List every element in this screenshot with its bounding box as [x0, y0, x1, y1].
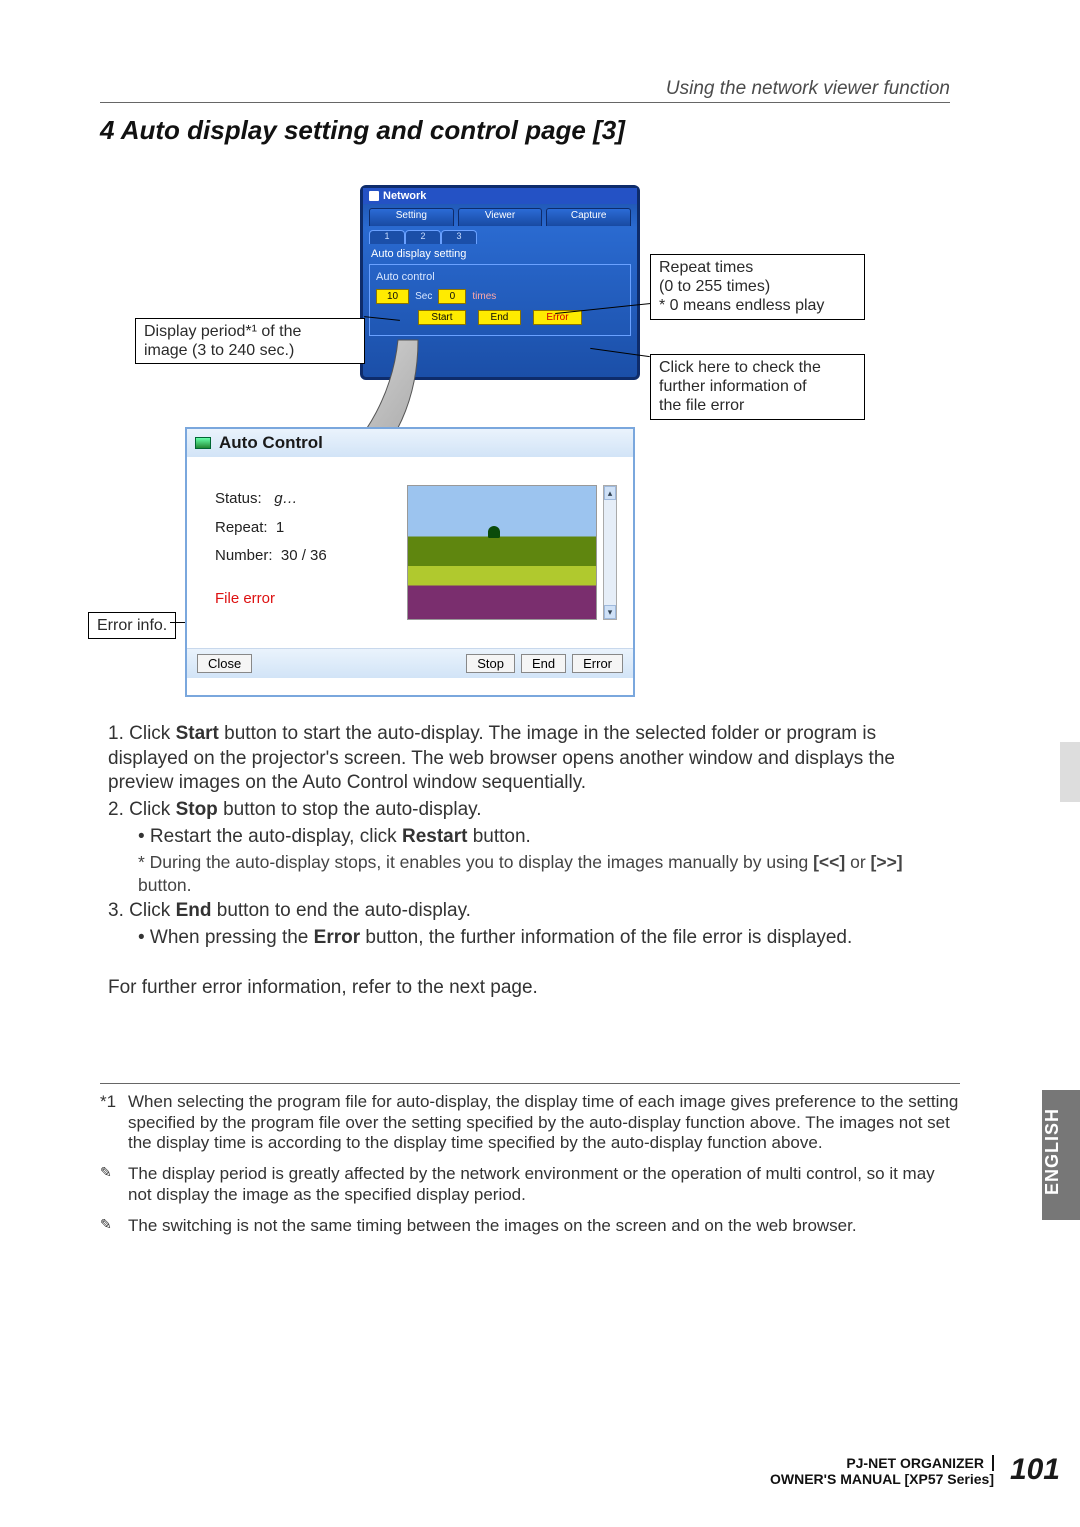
panel-title: Auto display setting [371, 248, 629, 260]
fn1-mark: *1 [100, 1092, 122, 1154]
repeat-label: Repeat: [215, 519, 268, 536]
preview-image [407, 485, 597, 620]
times-value[interactable]: 0 [438, 289, 466, 304]
stop-button[interactable]: Stop [466, 654, 515, 673]
sec-value[interactable]: 10 [376, 289, 409, 304]
callout-repeat-times: Repeat times (0 to 255 times) * 0 means … [650, 254, 865, 320]
fn2: The display period is greatly affected b… [128, 1164, 960, 1205]
fn1: When selecting the program file for auto… [128, 1092, 960, 1154]
instructions: 1. Click Start button to start the auto-… [108, 722, 958, 1001]
i2n-b1: [<<] [813, 852, 845, 872]
repeat-value: 1 [276, 519, 284, 536]
section-title: 4 Auto display setting and control page … [100, 115, 625, 146]
file-error-label: File error [215, 585, 327, 614]
i2n-b2: [>>] [871, 852, 903, 872]
auto-control-window: Auto Control Status: g… Repeat: 1 Number… [185, 427, 635, 697]
close-button[interactable]: Close [197, 654, 252, 673]
i2n-mid: or [845, 852, 870, 872]
status-block: Status: g… Repeat: 1 Number: 30 / 36 Fil… [215, 485, 327, 620]
footnotes: *1When selecting the program file for au… [100, 1083, 960, 1246]
tab-2[interactable]: 2 [405, 230, 441, 244]
fn3: The switching is not the same timing bet… [128, 1216, 857, 1237]
scroll-down-icon[interactable]: ▾ [604, 605, 616, 619]
footer-product: PJ-NET ORGANIZER [846, 1455, 994, 1471]
tab-setting[interactable]: Setting [369, 208, 454, 226]
hand-icon-2: ✎ [100, 1216, 122, 1237]
language-tab: ENGLISH [1042, 1090, 1080, 1220]
footer-manual: OWNER'S MANUAL [XP57 Series] [770, 1471, 994, 1487]
network-title: Network [383, 190, 426, 202]
status-label: Status: [215, 490, 262, 507]
times-unit: times [472, 291, 496, 302]
section-heading: Auto display setting and control page [3… [121, 115, 625, 145]
i1-pre: 1. Click [108, 723, 176, 744]
i2n-post: button. [138, 875, 192, 895]
i3-pre: 3. Click [108, 900, 176, 921]
header-rule [100, 102, 950, 103]
number-label: Number: [215, 547, 273, 564]
callout-click-here: Click here to check the further informat… [650, 354, 865, 420]
network-icon [369, 191, 379, 201]
tab-viewer[interactable]: Viewer [458, 208, 543, 226]
footer: PJ-NET ORGANIZER OWNER'S MANUAL [XP57 Se… [770, 1455, 994, 1487]
auto-control-title: Auto Control [187, 429, 633, 457]
scroll-up-icon[interactable]: ▴ [604, 486, 616, 500]
error-button-2[interactable]: Error [572, 654, 623, 673]
auto-control-title-text: Auto Control [219, 433, 323, 453]
i2s-bold: Restart [402, 826, 467, 847]
page-number: 101 [1010, 1453, 1060, 1487]
i2-bold: Stop [176, 799, 218, 820]
status-value: g… [274, 490, 297, 507]
i3s-bold: Error [314, 927, 360, 948]
i2s-post: button. [467, 826, 530, 847]
i1-bold: Start [176, 723, 219, 744]
side-tab-gray [1060, 742, 1080, 802]
network-titlebar: Network [363, 188, 637, 204]
i2n-pre: * During the auto-display stops, it enab… [138, 852, 813, 872]
i2s-pre: • Restart the auto-display, click [138, 826, 402, 847]
tab-1[interactable]: 1 [369, 230, 405, 244]
start-button[interactable]: Start [418, 310, 465, 325]
i2-pre: 2. Click [108, 799, 176, 820]
header-breadcrumb: Using the network viewer function [666, 78, 950, 100]
i3s-post: button, the further information of the f… [360, 927, 852, 948]
sec-unit: Sec [415, 291, 432, 302]
i3s-pre: • When pressing the [138, 927, 314, 948]
end-button[interactable]: End [478, 310, 522, 325]
tab-capture[interactable]: Capture [546, 208, 631, 226]
tab-3[interactable]: 3 [441, 230, 477, 244]
preview-scrollbar[interactable]: ▴ ▾ [603, 485, 617, 620]
i1-post: button to start the auto-display. The im… [108, 723, 895, 793]
further-info-para: For further error information, refer to … [108, 976, 958, 1001]
section-number: 4 [100, 115, 114, 145]
i2-post: button to stop the auto-display. [218, 799, 482, 820]
i3-post: button to end the auto-display. [211, 900, 471, 921]
number-value: 30 / 36 [281, 547, 327, 564]
auto-control-label: Auto control [376, 271, 624, 283]
callout-error-info: Error info. [88, 612, 176, 639]
main-tabs: Setting Viewer Capture [363, 204, 637, 226]
hand-icon-1: ✎ [100, 1164, 122, 1205]
sub-tabs: 1 2 3 [363, 226, 637, 244]
auto-control-icon [195, 437, 211, 449]
i3-bold: End [176, 900, 212, 921]
auto-control-panel: Auto control 10 Sec 0 times Start End Er… [369, 264, 631, 336]
end-button-2[interactable]: End [521, 654, 566, 673]
